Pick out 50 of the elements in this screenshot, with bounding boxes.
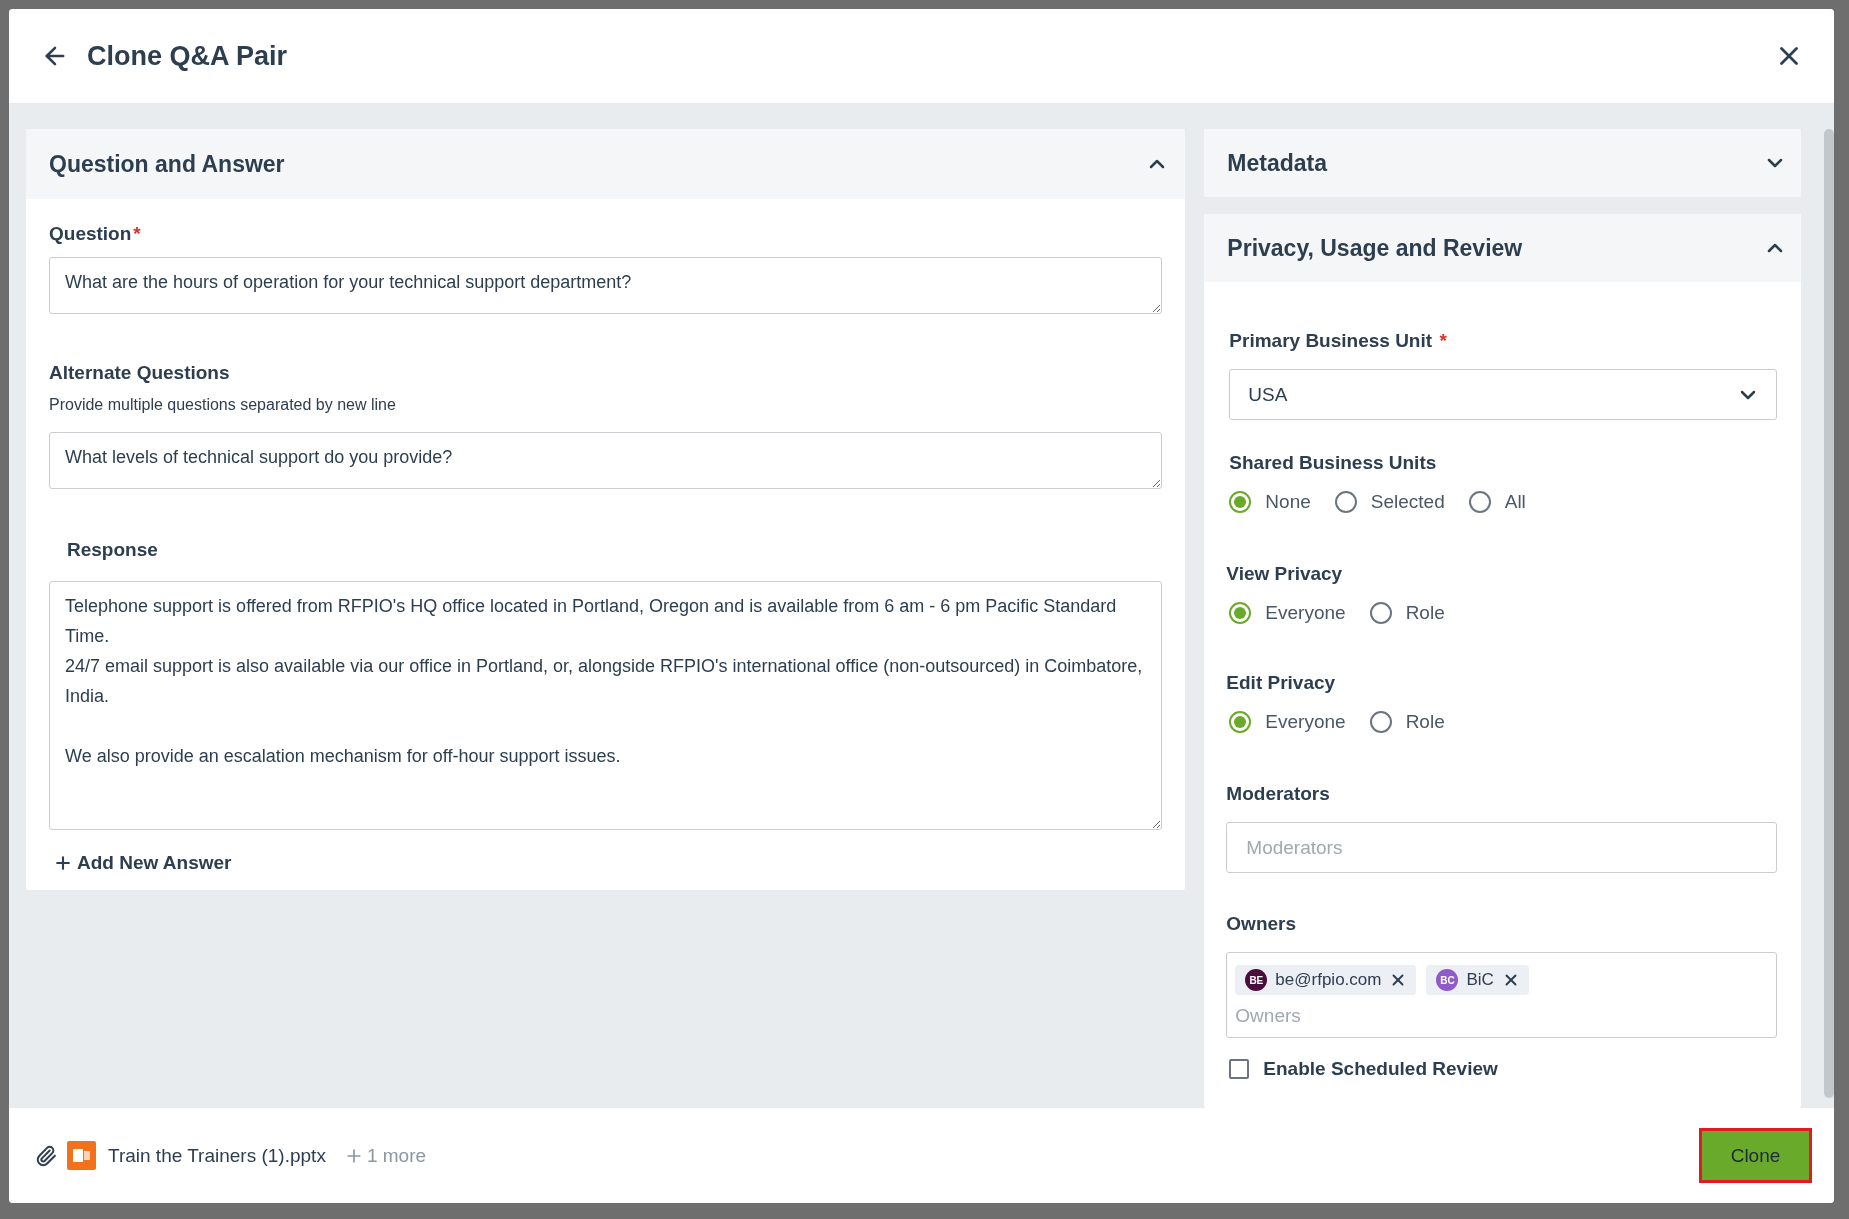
checkbox-label: Enable Scheduled Review — [1263, 1058, 1498, 1080]
response-field[interactable]: Telephone support is offered from RFPIO's HQ office located in Portland, Oregon and is available from 6 am - 6 pm Pacific Standard Time. 24/7 email support is also available via our office in Portland, or, alongside RFPIO's international office (non-outsourced) in Coimbatore, India. We also provide an escalation mechanism for off-hour support issues. — [49, 581, 1163, 830]
radio-label: None — [1265, 491, 1311, 513]
radio-button[interactable] — [1369, 602, 1392, 624]
field-label: Shared Business Units — [1229, 452, 1438, 474]
avatar: BC — [1436, 969, 1459, 991]
radio-button[interactable] — [1229, 711, 1252, 733]
avatar: BE — [1245, 969, 1268, 991]
radio-label: Everyone — [1265, 602, 1346, 624]
field-label: View Privacy — [1226, 563, 1344, 585]
hint-text: Provide multiple questions separated by new line — [49, 396, 397, 414]
radio-button[interactable] — [1229, 491, 1252, 513]
field-label: Primary Business Unit * — [1229, 330, 1448, 352]
radio-button[interactable] — [1334, 491, 1357, 513]
alternate-questions-label: Alternate Questions — [49, 362, 231, 384]
owner-name: BiC — [1466, 970, 1494, 990]
radio-label: Role — [1405, 711, 1445, 733]
section-header[interactable]: Question and Answer — [26, 129, 1186, 199]
radio-label: Selected — [1370, 491, 1445, 513]
radio-label: Role — [1405, 602, 1445, 624]
radio-button[interactable] — [1468, 491, 1491, 513]
presentation-file-icon — [67, 1141, 96, 1170]
owners-field[interactable]: BE be@rfpio.com BC BiC Owners — [1226, 952, 1778, 1038]
section-title: Question and Answer — [49, 150, 285, 178]
radio-button[interactable] — [1369, 711, 1392, 733]
owner-name: be@rfpio.com — [1275, 970, 1382, 990]
radio-label: All — [1504, 491, 1526, 513]
section-title: Privacy, Usage and Review — [1227, 234, 1523, 262]
radio-label: Everyone — [1265, 711, 1346, 733]
scrollbar[interactable] — [1824, 129, 1834, 1098]
attachment-name[interactable]: Train the Trainers (1).pptx — [108, 1144, 326, 1167]
section-title: Metadata — [1227, 149, 1328, 177]
section-header[interactable]: Metadata — [1204, 129, 1801, 197]
add-answer-link[interactable]: Add New Answer — [53, 852, 232, 874]
question-label: Question* — [49, 223, 142, 245]
clone-button[interactable]: Clone — [1699, 1128, 1812, 1183]
dialog-title: Clone Q&A Pair — [87, 40, 289, 72]
paperclip-icon — [35, 1144, 57, 1167]
radio-button[interactable] — [1229, 602, 1252, 624]
question-field[interactable]: What are the hours of operation for your technical support department? — [49, 257, 1163, 314]
field-label: Owners — [1226, 913, 1298, 935]
field-label: Edit Privacy — [1226, 672, 1337, 694]
business-unit-select[interactable]: USA — [1229, 369, 1778, 420]
moderators-field[interactable]: Moderators — [1226, 822, 1778, 873]
field-label: Moderators — [1226, 783, 1331, 805]
alternate-questions-field[interactable]: What levels of technical support do you provide? — [49, 432, 1163, 489]
plus-icon — [53, 853, 73, 873]
response-label: Response — [66, 539, 159, 561]
checkbox[interactable] — [1229, 1059, 1250, 1079]
section-header[interactable]: Privacy, Usage and Review — [1204, 214, 1801, 282]
